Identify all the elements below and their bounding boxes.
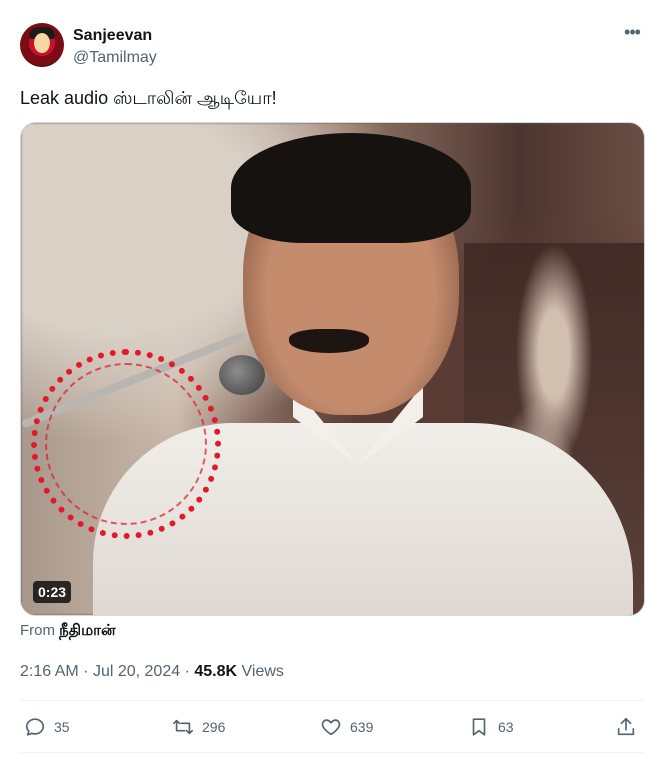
retweet-icon (173, 719, 193, 735)
meta-separator: · (83, 663, 89, 680)
source-prefix: From (20, 622, 55, 639)
like-button[interactable]: 639 (320, 706, 373, 748)
video-source: From நீதிமான் (20, 621, 116, 641)
views-label: Views (241, 663, 284, 680)
retweet-count: 296 (202, 719, 226, 735)
meta-separator: · (184, 663, 190, 680)
like-count: 639 (350, 719, 374, 735)
source-name-link[interactable]: நீதிமான் (59, 622, 115, 639)
action-bar: 35 296 639 63 (20, 706, 643, 748)
share-icon (617, 717, 635, 736)
bookmark-count: 63 (498, 719, 514, 735)
tweet-time[interactable]: 2:16 AM (20, 663, 79, 680)
reply-icon (25, 718, 45, 736)
bookmark-icon (472, 718, 486, 736)
reply-button[interactable]: 35 (24, 706, 70, 748)
share-button[interactable] (615, 706, 637, 748)
tweet-card: Sanjeevan @Tamilmay ••• Leak audio ஸ்டால… (0, 0, 663, 759)
video-player[interactable]: 0:23 (20, 122, 645, 616)
divider (20, 752, 643, 753)
more-icon[interactable]: ••• (623, 23, 641, 43)
tweet-text: Leak audio ஸ்டாலின் ஆடியோ! (20, 88, 277, 108)
reply-count: 35 (54, 719, 70, 735)
author-display-name[interactable]: Sanjeevan (73, 26, 152, 45)
like-icon (321, 719, 341, 736)
views-count: 45.8K (194, 663, 238, 680)
retweet-button[interactable]: 296 (172, 706, 225, 748)
tweet-date[interactable]: Jul 20, 2024 (93, 663, 180, 680)
tweet-header: Sanjeevan @Tamilmay ••• (20, 21, 645, 69)
video-duration-badge: 0:23 (33, 581, 72, 603)
author-handle[interactable]: @Tamilmay (73, 48, 157, 67)
avatar[interactable] (20, 23, 64, 67)
bookmark-button[interactable]: 63 (468, 706, 514, 748)
tweet-meta: 2:16 AM · Jul 20, 2024 · 45.8K Views (20, 662, 284, 682)
divider (20, 700, 643, 701)
